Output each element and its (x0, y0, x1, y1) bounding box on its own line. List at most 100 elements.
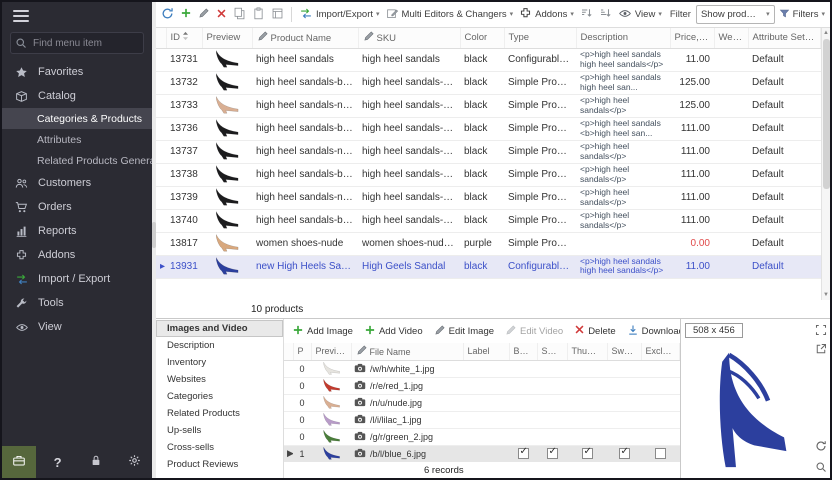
cell-label[interactable] (463, 428, 509, 445)
cell-position[interactable]: 0 (293, 411, 311, 428)
cell-type[interactable]: Simple Product (504, 163, 576, 186)
settings-button[interactable] (118, 446, 152, 478)
cell-description[interactable]: <p>high heel sandals</p> (576, 209, 670, 232)
column-header-description[interactable]: Description (576, 28, 670, 48)
tab-websites[interactable]: Websites (156, 371, 283, 388)
cell-attribute-set[interactable]: Default (748, 209, 821, 232)
scroll-up-arrow-icon[interactable]: ▲ (823, 28, 829, 38)
lock-button[interactable] (79, 446, 113, 478)
cell-attribute-set[interactable]: Default (748, 94, 821, 117)
column-header-type[interactable]: Type (504, 28, 576, 48)
column-header-sku[interactable]: SKU (358, 28, 460, 48)
cell-product-name[interactable]: high heel sandals-black-37 (252, 163, 358, 186)
duplicate-button[interactable] (269, 5, 286, 25)
cell-type[interactable]: Simple Product (504, 71, 576, 94)
cell-description[interactable]: <p>high heel sandals <b>high heel san... (576, 117, 670, 140)
cell-exclude[interactable] (641, 428, 680, 445)
cell-type[interactable]: Simple Product (504, 117, 576, 140)
product-row-13740[interactable]: 13740high heel sandals-black-38high heel… (156, 209, 821, 232)
cell-id[interactable]: 13739 (166, 186, 202, 209)
image-thumbnail[interactable] (311, 411, 351, 428)
column-header-color[interactable]: Color (460, 28, 504, 48)
cell-product-name[interactable]: high heel sandals-black-36 (252, 117, 358, 140)
cell-description[interactable]: <p>high heel sandals high heel san... (576, 71, 670, 94)
cell-description[interactable]: <p>high heel sandals</p> (576, 140, 670, 163)
product-thumbnail[interactable] (202, 255, 252, 278)
download-image-button[interactable]: Download Image (625, 322, 680, 341)
cell-type[interactable]: Simple Product (504, 140, 576, 163)
column-header-product-name[interactable]: Product Name (252, 28, 358, 48)
cell-id[interactable]: 13738 (166, 163, 202, 186)
cell-exclude[interactable] (641, 445, 680, 462)
open-external-button[interactable] (815, 343, 827, 355)
tab-description[interactable]: Description (156, 337, 283, 354)
sidebar-item-view[interactable]: View (2, 315, 152, 339)
cell-small[interactable] (537, 411, 567, 428)
cell-small[interactable] (537, 445, 567, 462)
cell-type[interactable]: Simple Product (504, 209, 576, 232)
cell-file-name[interactable]: /n/u/nude.jpg (351, 394, 463, 411)
cell-type[interactable]: Simple Product (504, 94, 576, 117)
checkbox[interactable] (619, 448, 630, 459)
cell-weight[interactable] (714, 186, 748, 209)
cell-label[interactable] (463, 445, 509, 462)
filters-menu[interactable]: Filters▾ (777, 6, 827, 24)
cell-id[interactable]: 13817 (166, 232, 202, 255)
cell-sku[interactable]: high heel sandals-black-36 (358, 117, 460, 140)
cell-exclude[interactable] (641, 360, 680, 377)
cell-price[interactable]: 111.00 (670, 163, 714, 186)
sort-asc-button[interactable] (578, 5, 595, 24)
column-header-label[interactable]: Label (463, 343, 509, 360)
cell-id[interactable]: 13736 (166, 117, 202, 140)
cell-product-name[interactable]: high heel sandals-nude-36 (252, 140, 358, 163)
cell-position[interactable]: 1 (293, 445, 311, 462)
cell-sku[interactable]: women shoes-nude-2 (358, 232, 460, 255)
cell-attribute-set[interactable]: Default (748, 117, 821, 140)
sidebar-item-import-export[interactable]: Import / Export (2, 267, 152, 291)
cell-label[interactable] (463, 377, 509, 394)
cell-price[interactable]: 11.00 (670, 48, 714, 71)
scrollbar-thumb[interactable] (823, 39, 830, 189)
cell-color[interactable]: black (460, 117, 504, 140)
column-header-swatch[interactable]: Swatch (607, 343, 641, 360)
product-thumbnail[interactable] (202, 48, 252, 71)
cell-swatch[interactable] (607, 394, 641, 411)
scroll-down-arrow-icon[interactable]: ▼ (823, 290, 829, 300)
checkbox[interactable] (518, 448, 529, 459)
cell-label[interactable] (463, 394, 509, 411)
view-menu[interactable]: View▾ (616, 5, 664, 25)
product-row-13739[interactable]: 13739high heel sandals-nude-37high heel … (156, 186, 821, 209)
cell-label[interactable] (463, 411, 509, 428)
cell-base[interactable] (509, 428, 537, 445)
copy-button[interactable] (231, 5, 248, 25)
cell-sku[interactable]: high heel sandals-nude-36 (358, 140, 460, 163)
product-row-13736[interactable]: 13736 high heel sandals-black-36high heel… (156, 117, 821, 140)
cell-attribute-set[interactable]: Default (748, 163, 821, 186)
cell-sku[interactable]: High Geels Sandal (358, 255, 460, 278)
cell-attribute-set[interactable]: Default (748, 255, 821, 278)
image-thumbnail[interactable] (311, 377, 351, 394)
cell-price[interactable]: 111.00 (670, 140, 714, 163)
store-button[interactable] (2, 446, 36, 478)
cell-type[interactable]: Configurable Product (504, 255, 576, 278)
cell-color[interactable]: black (460, 48, 504, 71)
cell-file-name[interactable]: /b/l/blue_6.jpg (351, 445, 463, 462)
cell-label[interactable] (463, 360, 509, 377)
tab-up-sells[interactable]: Up-sells (156, 422, 283, 439)
product-row-13732[interactable]: 13732high heel sandals-blackhigh heel sa… (156, 71, 821, 94)
cell-id[interactable]: 13737 (166, 140, 202, 163)
cell-type[interactable]: Configurable Product (504, 48, 576, 71)
product-thumbnail[interactable] (202, 117, 252, 140)
cell-attribute-set[interactable]: Default (748, 48, 821, 71)
menu-toggle-button[interactable] (2, 2, 152, 29)
product-thumbnail[interactable] (202, 94, 252, 117)
image-thumbnail[interactable] (311, 428, 351, 445)
cell-position[interactable]: 0 (293, 377, 311, 394)
product-thumbnail[interactable] (202, 163, 252, 186)
cell-sku[interactable]: high heel sandals (358, 48, 460, 71)
column-header-p[interactable]: P (293, 343, 311, 360)
add-video-button[interactable]: Add Video (362, 322, 425, 341)
column-header-price[interactable]: Price, (670, 28, 714, 48)
cell-weight[interactable] (714, 163, 748, 186)
cell-product-name[interactable]: high heel sandals (252, 48, 358, 71)
